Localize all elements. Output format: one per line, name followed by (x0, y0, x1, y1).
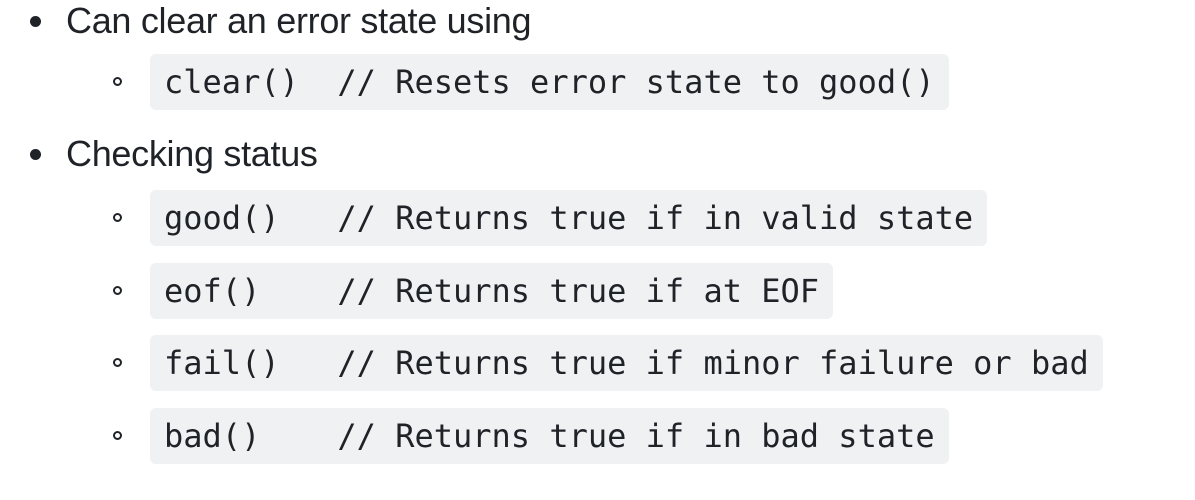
list-item-text: Can clear an error state using (66, 0, 532, 41)
hollow-bullet-icon (113, 213, 122, 222)
code-snippet-clear: clear() // Resets error state to good() (150, 54, 949, 110)
hollow-bullet-icon (113, 286, 122, 295)
bullet-icon (30, 16, 41, 27)
code-snippet-fail: fail() // Returns true if minor failure … (150, 335, 1103, 391)
bullet-icon (30, 149, 41, 160)
code-snippet-bad: bad() // Returns true if in bad state (150, 408, 949, 464)
code-snippet-good: good() // Returns true if in valid state (150, 190, 988, 246)
hollow-bullet-icon (113, 358, 122, 367)
hollow-bullet-icon (113, 77, 122, 86)
list-item-text: Checking status (66, 133, 318, 174)
hollow-bullet-icon (113, 431, 122, 440)
code-snippet-eof: eof() // Returns true if at EOF (150, 263, 834, 319)
